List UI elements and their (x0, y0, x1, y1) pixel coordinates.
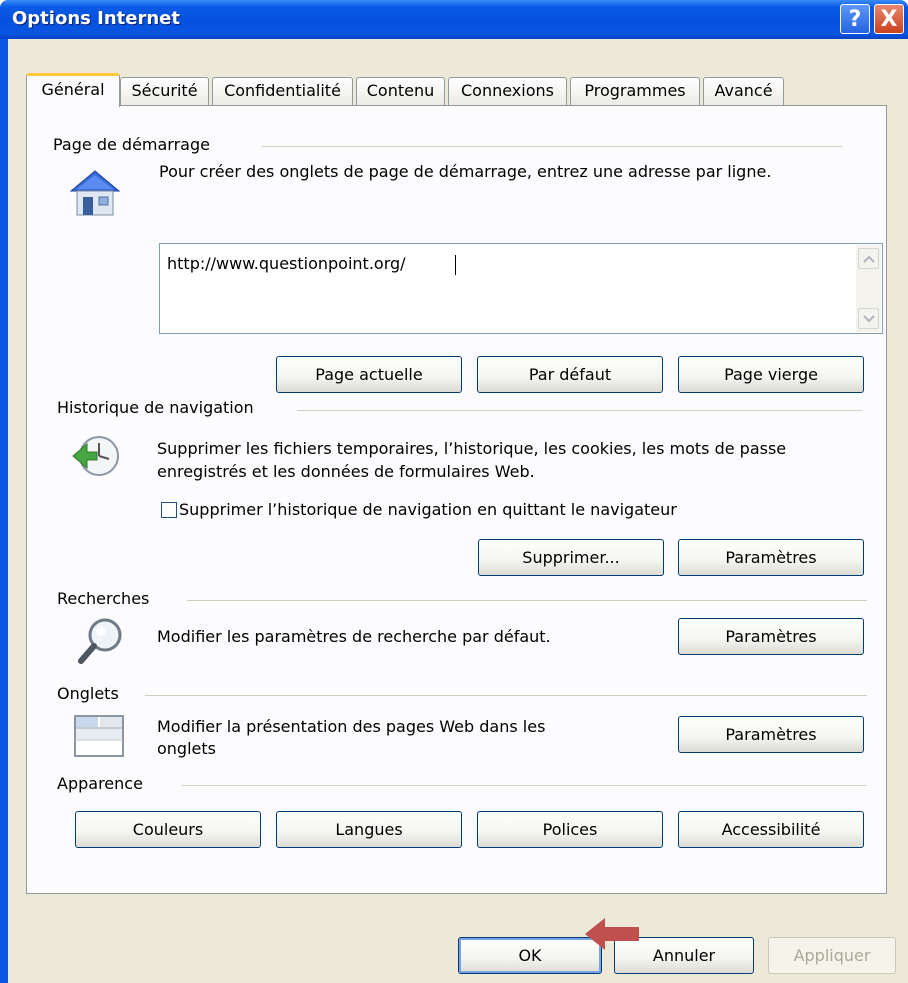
history-description-line1: Supprimer les fichiers temporaires, l’hi… (157, 439, 787, 458)
annotation-arrow-icon (585, 918, 639, 950)
scroll-down-button[interactable] (858, 308, 879, 329)
delete-history-button[interactable]: Supprimer... (478, 539, 664, 576)
title-bar[interactable]: Options Internet ? X (0, 0, 908, 39)
home-icon (67, 167, 123, 223)
history-clock-icon (71, 432, 121, 484)
chevron-down-icon (862, 314, 875, 322)
tab-programmes[interactable]: Programmes (570, 77, 700, 105)
appearance-group-label: Apparence (57, 774, 143, 793)
tabs-description-line2: onglets (157, 739, 216, 758)
tab-contenu[interactable]: Contenu (356, 77, 445, 105)
current-page-button[interactable]: Page actuelle (276, 356, 462, 393)
tabs-description-line1: Modifier la présentation des pages Web d… (157, 717, 546, 736)
default-page-button[interactable]: Par défaut (477, 356, 663, 393)
tabs-group-divider (145, 695, 867, 696)
history-settings-button[interactable]: Paramètres (678, 539, 864, 576)
window-title: Options Internet (12, 8, 180, 29)
help-button[interactable]: ? (840, 4, 870, 34)
close-icon: X (880, 6, 898, 32)
help-icon: ? (848, 6, 862, 32)
history-group-divider (297, 410, 862, 411)
delete-history-on-exit-label[interactable]: Supprimer l’historique de navigation en … (179, 499, 677, 521)
history-group-label: Historique de navigation (57, 398, 254, 417)
magnifier-icon (75, 616, 125, 670)
tabs-settings-button[interactable]: Paramètres (678, 716, 864, 753)
ok-button[interactable]: OK (458, 937, 602, 974)
home-page-url-textarea[interactable]: http://www.questionpoint.org/ (159, 243, 883, 334)
languages-button[interactable]: Langues (276, 811, 462, 848)
close-button[interactable]: X (874, 4, 904, 34)
general-tab-panel: Page de démarrage Pour créer des onglets… (26, 105, 887, 894)
dialog-client-area: Général Sécurité Confidentialité Contenu… (8, 39, 908, 983)
history-description-line2: enregistrés et les données de formulaire… (157, 462, 535, 481)
tab-connexions[interactable]: Connexions (448, 77, 567, 105)
fonts-button[interactable]: Polices (477, 811, 663, 848)
tabbed-window-icon (73, 712, 125, 762)
search-group-label: Recherches (57, 589, 150, 608)
appearance-group-divider (182, 785, 867, 786)
tabs-group-label: Onglets (57, 684, 119, 703)
textarea-scrollbar[interactable] (856, 245, 881, 332)
scroll-up-button[interactable] (858, 248, 879, 269)
tab-confidentialite[interactable]: Confidentialité (212, 77, 353, 105)
delete-history-on-exit-checkbox[interactable] (161, 502, 177, 518)
tab-securite[interactable]: Sécurité (120, 77, 209, 105)
colors-button[interactable]: Couleurs (75, 811, 261, 848)
tab-avance[interactable]: Avancé (703, 77, 784, 105)
chevron-up-icon (862, 255, 875, 263)
home-page-group-label: Page de démarrage (53, 135, 210, 154)
search-group-divider (187, 600, 867, 601)
options-internet-window: Options Internet ? X Général Sécurité Co… (0, 0, 908, 983)
search-description: Modifier les paramètres de recherche par… (157, 627, 551, 646)
home-page-description: Pour créer des onglets de page de démarr… (159, 162, 772, 181)
text-caret (455, 255, 456, 275)
blank-page-button[interactable]: Page vierge (678, 356, 864, 393)
tab-general[interactable]: Général (26, 73, 120, 107)
accessibility-button[interactable]: Accessibilité (678, 811, 864, 848)
search-settings-button[interactable]: Paramètres (678, 618, 864, 655)
home-page-url-value: http://www.questionpoint.org/ (167, 254, 406, 273)
home-page-group-divider (262, 146, 842, 147)
apply-button: Appliquer (768, 937, 896, 974)
